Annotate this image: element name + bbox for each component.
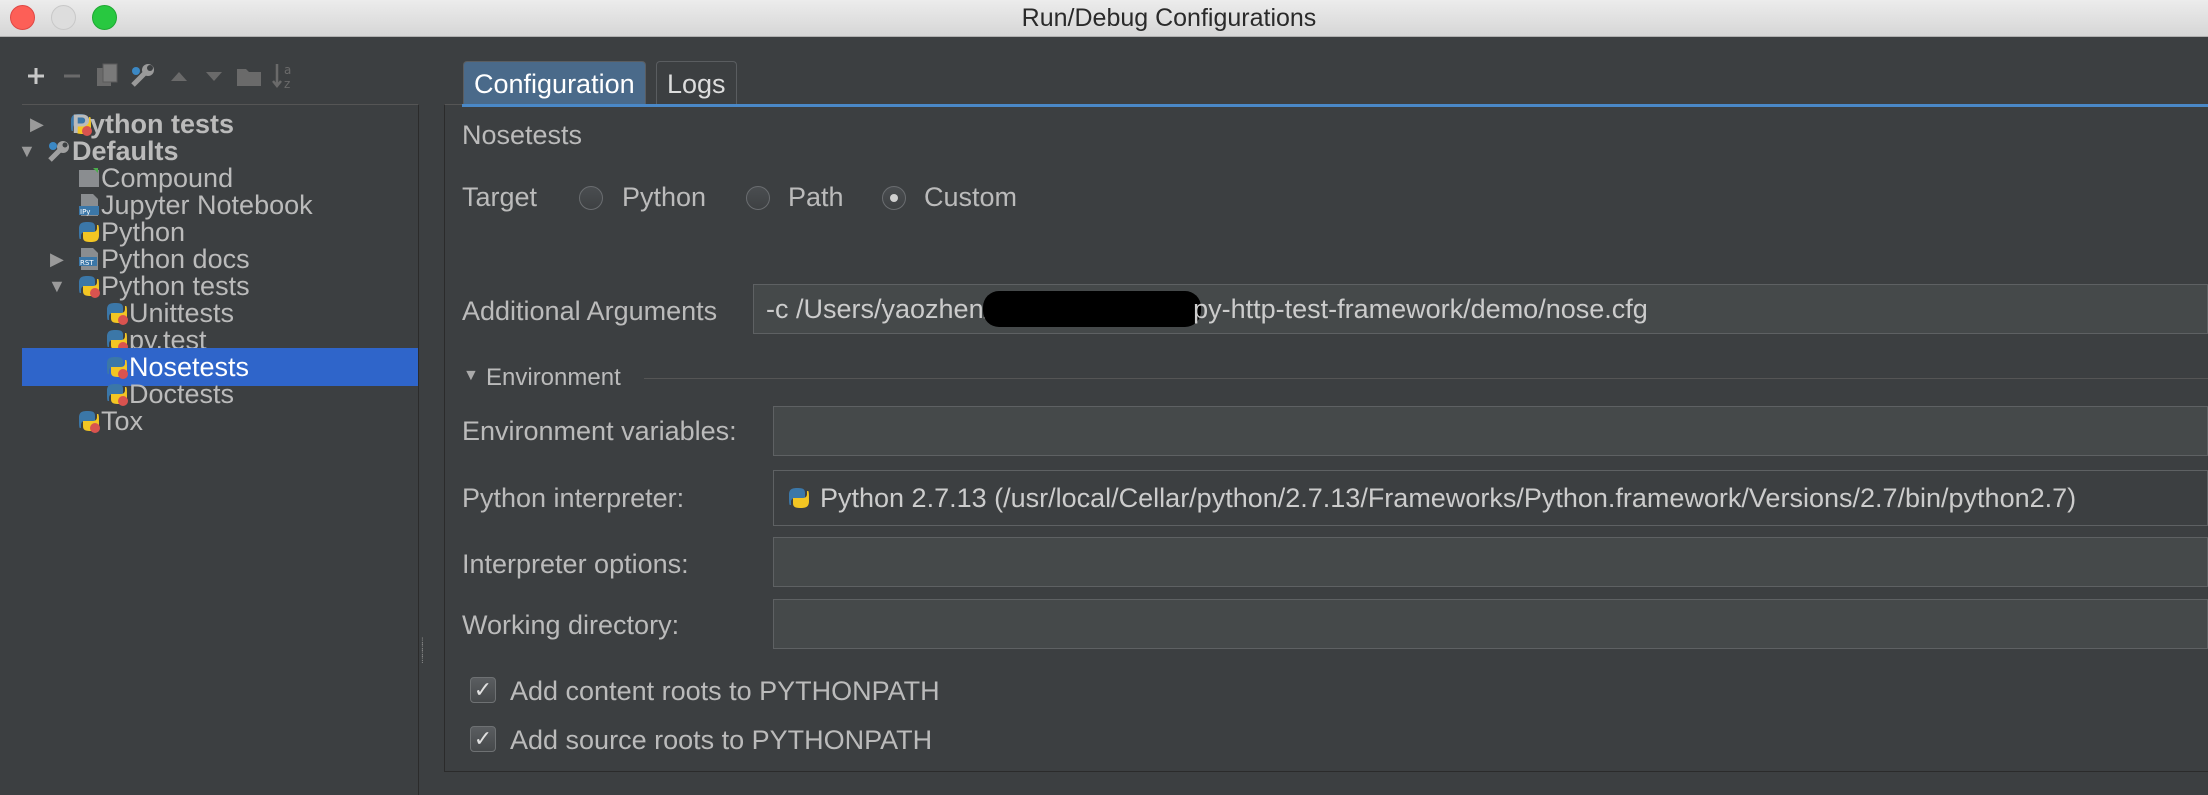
redaction-mark — [983, 291, 1202, 327]
add-source-roots-checkbox[interactable]: ✓ — [470, 726, 496, 752]
config-tree: ▶ Python tests ▼ Defaults Compound IPy J… — [18, 104, 419, 795]
window-title: Run/Debug Configurations — [1021, 4, 1317, 32]
radio-target-path-label: Path — [788, 182, 844, 212]
environment-section-title[interactable]: Environment — [486, 364, 621, 392]
move-down-icon[interactable] — [198, 58, 230, 94]
tab-logs[interactable]: Logs — [656, 61, 737, 106]
environment-collapse-icon[interactable]: ▼ — [463, 367, 479, 385]
expand-arrow-icon[interactable]: ▶ — [30, 115, 48, 133]
python-icon — [789, 488, 809, 508]
expand-arrow-icon[interactable]: ▶ — [50, 250, 68, 268]
python-tests-icon — [79, 411, 100, 433]
add-content-roots-label[interactable]: Add content roots to PYTHONPATH — [510, 676, 940, 707]
panel-splitter-handle[interactable]: ⁞ ⁞ ⁞ ⁞ — [421, 638, 427, 674]
additional-args-input[interactable]: -c /Users/yaozhen/py-http-test-framework… — [753, 284, 2208, 334]
additional-args-label: Additional Arguments — [462, 296, 718, 326]
remove-icon[interactable] — [56, 58, 88, 94]
tree-item-label: Tox — [101, 405, 144, 436]
move-up-icon[interactable] — [163, 58, 195, 94]
target-label: Target — [462, 182, 538, 212]
copy-icon[interactable] — [91, 58, 123, 94]
interpreter-select[interactable]: Python 2.7.13 (/usr/local/Cellar/python/… — [773, 470, 2208, 526]
add-content-roots-checkbox[interactable]: ✓ — [470, 677, 496, 703]
additional-args-suffix: py-http-test-framework/demo/nose.cfg — [1193, 293, 1648, 324]
svg-text:z: z — [284, 77, 290, 91]
additional-args-prefix: -c /Users/yaozhen/ — [766, 293, 992, 324]
sort-icon[interactable]: az — [268, 58, 300, 94]
add-source-roots-label[interactable]: Add source roots to PYTHONPATH — [510, 725, 932, 756]
tree-item-tox[interactable]: Tox — [22, 402, 418, 440]
interp-options-label: Interpreter options: — [462, 549, 689, 579]
interpreter-value: Python 2.7.13 (/usr/local/Cellar/python/… — [820, 482, 2077, 513]
title-bar: Run/Debug Configurations — [0, 0, 2208, 37]
config-name: Nosetests — [462, 120, 583, 150]
tab-underline — [462, 104, 2208, 107]
svg-text:RST: RST — [80, 259, 94, 267]
collapse-arrow-icon[interactable]: ▼ — [18, 142, 36, 160]
environment-separator — [644, 378, 2208, 379]
svg-text:a: a — [284, 63, 291, 77]
working-dir-label: Working directory: — [462, 610, 680, 640]
radio-target-path[interactable] — [746, 186, 770, 210]
radio-target-python[interactable] — [579, 186, 603, 210]
edit-defaults-icon[interactable] — [126, 58, 158, 94]
folder-icon[interactable] — [233, 58, 265, 94]
interpreter-label: Python interpreter: — [462, 483, 685, 513]
radio-target-custom[interactable] — [882, 186, 906, 210]
tab-configuration[interactable]: Configuration — [463, 61, 646, 106]
collapse-arrow-icon[interactable]: ▼ — [48, 277, 66, 295]
working-dir-input[interactable] — [773, 599, 2208, 649]
env-vars-label: Environment variables: — [462, 416, 737, 446]
radio-target-custom-label: Custom — [924, 182, 1018, 212]
add-icon[interactable] — [20, 58, 52, 94]
interp-options-input[interactable] — [773, 537, 2208, 587]
radio-target-python-label: Python — [622, 182, 707, 212]
env-vars-input[interactable] — [773, 406, 2208, 456]
